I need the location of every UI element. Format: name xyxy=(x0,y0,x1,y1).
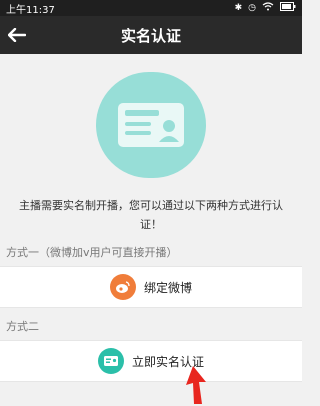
pointer-arrow-icon xyxy=(186,366,206,404)
id-card-small-icon xyxy=(97,348,124,374)
option-2-label: 方式二 xyxy=(0,308,302,340)
alarm-icon: ◷ xyxy=(248,3,256,13)
bind-weibo-button[interactable]: 绑定微博 xyxy=(0,266,302,308)
back-button[interactable] xyxy=(8,16,26,54)
id-card-icon xyxy=(118,103,184,147)
nav-header: 实名认证 xyxy=(0,16,302,54)
bind-weibo-label: 绑定微博 xyxy=(143,280,192,295)
status-icons: ✱ ◷ xyxy=(235,2,296,14)
realname-verify-button[interactable]: 立即实名认证 xyxy=(0,340,302,382)
status-time: 上午11:37 xyxy=(6,4,55,16)
description-text: 主播需要实名制开播，您可以通过以下两种方式进行认证！ xyxy=(19,199,283,231)
status-bar: 上午11:37 ✱ ◷ xyxy=(0,0,302,16)
id-verification-illustration xyxy=(96,72,206,178)
back-arrow-icon xyxy=(8,28,26,42)
wifi-icon xyxy=(262,2,274,14)
weibo-icon xyxy=(109,274,136,300)
page-title: 实名认证 xyxy=(120,26,181,45)
hero-section: 主播需要实名制开播，您可以通过以下两种方式进行认证！ xyxy=(0,54,302,234)
battery-icon xyxy=(280,2,296,14)
bluetooth-icon: ✱ xyxy=(234,3,243,13)
option-1-label: 方式一（微博加v用户可直接开播） xyxy=(0,234,302,266)
